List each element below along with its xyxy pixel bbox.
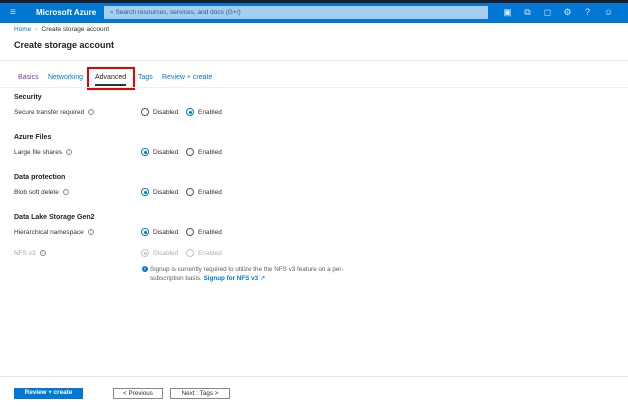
radio-circle xyxy=(141,228,149,236)
previous-button[interactable]: < Previous xyxy=(113,388,163,399)
breadcrumb-home[interactable]: Home xyxy=(14,26,31,33)
radio-nfs-disabled: Disabled xyxy=(141,249,178,257)
menu-icon[interactable]: ≡ xyxy=(10,7,16,18)
radio-circle xyxy=(186,188,194,196)
radio-hns-enabled[interactable]: Enabled xyxy=(186,228,222,236)
radio-circle xyxy=(186,249,194,257)
radio-soft-delete-enabled[interactable]: Enabled xyxy=(186,188,222,196)
field-label: Blob soft delete i xyxy=(14,189,69,196)
radio-circle xyxy=(141,188,149,196)
info-icon[interactable]: i xyxy=(88,109,95,116)
review-create-button[interactable]: Review + create xyxy=(14,388,83,399)
radio-large-file-enabled[interactable]: Enabled xyxy=(186,148,222,156)
tab-networking[interactable]: Networking xyxy=(48,74,83,81)
radio-circle xyxy=(186,108,194,116)
feedback-icon[interactable]: ☺ xyxy=(603,7,614,18)
info-icon[interactable]: i xyxy=(66,149,73,156)
notifications-icon[interactable]: ◻ xyxy=(542,7,553,18)
tab-tags[interactable]: Tags xyxy=(138,74,153,81)
radio-secure-transfer-disabled[interactable]: Disabled xyxy=(141,108,178,116)
divider xyxy=(0,60,628,61)
radio-circle xyxy=(186,148,194,156)
radio-large-file-disabled[interactable]: Disabled xyxy=(141,148,178,156)
section-data-protection: Data protection xyxy=(14,174,66,181)
directory-filter-icon[interactable]: ⧉ xyxy=(522,7,533,18)
nfs-info-note: i Signup is currently required to utiliz… xyxy=(142,265,372,283)
info-icon[interactable]: i xyxy=(62,189,69,196)
cloud-shell-icon[interactable]: ▣ xyxy=(502,7,513,18)
radio-circle xyxy=(141,148,149,156)
page-title: Create storage account xyxy=(14,40,115,50)
signup-nfs-link[interactable]: Signup for NFS v3 xyxy=(204,275,259,282)
radio-circle xyxy=(186,228,194,236)
info-icon[interactable]: i xyxy=(39,250,46,257)
radio-nfs-enabled: Enabled xyxy=(186,249,222,257)
search-input[interactable]: ⌕ Search resources, services, and docs (… xyxy=(104,6,488,19)
settings-icon[interactable]: ⚙ xyxy=(562,7,573,18)
section-security: Security xyxy=(14,94,42,101)
radio-circle xyxy=(141,249,149,257)
radio-soft-delete-disabled[interactable]: Disabled xyxy=(141,188,178,196)
field-label: Large file shares i xyxy=(14,149,73,156)
radio-secure-transfer-enabled[interactable]: Enabled xyxy=(186,108,222,116)
breadcrumb-current: Create storage account xyxy=(41,26,110,33)
radio-circle xyxy=(141,108,149,116)
search-placeholder: Search resources, services, and docs (G+… xyxy=(115,9,241,16)
chevron-right-icon: › xyxy=(35,26,38,33)
field-label: NFS v3 i xyxy=(14,250,46,257)
footer-divider xyxy=(0,376,628,377)
radio-hns-disabled[interactable]: Disabled xyxy=(141,228,178,236)
tab-review-create[interactable]: Review + create xyxy=(162,74,212,81)
brand-link[interactable]: Microsoft Azure xyxy=(36,8,96,17)
section-azure-files: Azure Files xyxy=(14,134,52,141)
top-bar: ≡ Microsoft Azure ⌕ Search resources, se… xyxy=(0,0,628,23)
info-icon[interactable]: i xyxy=(87,229,94,236)
divider xyxy=(0,87,628,88)
breadcrumb: Home › Create storage account xyxy=(14,26,109,33)
tab-basics[interactable]: Basics xyxy=(18,74,39,81)
next-tags-button[interactable]: Next : Tags > xyxy=(170,388,230,399)
section-data-lake: Data Lake Storage Gen2 xyxy=(14,214,95,221)
help-icon[interactable]: ? xyxy=(582,7,593,18)
info-filled-icon: i xyxy=(142,266,148,272)
external-link-icon: ↗ xyxy=(259,275,266,282)
field-label: Hierarchical namespace i xyxy=(14,229,94,236)
field-label: Secure transfer required i xyxy=(14,109,95,116)
